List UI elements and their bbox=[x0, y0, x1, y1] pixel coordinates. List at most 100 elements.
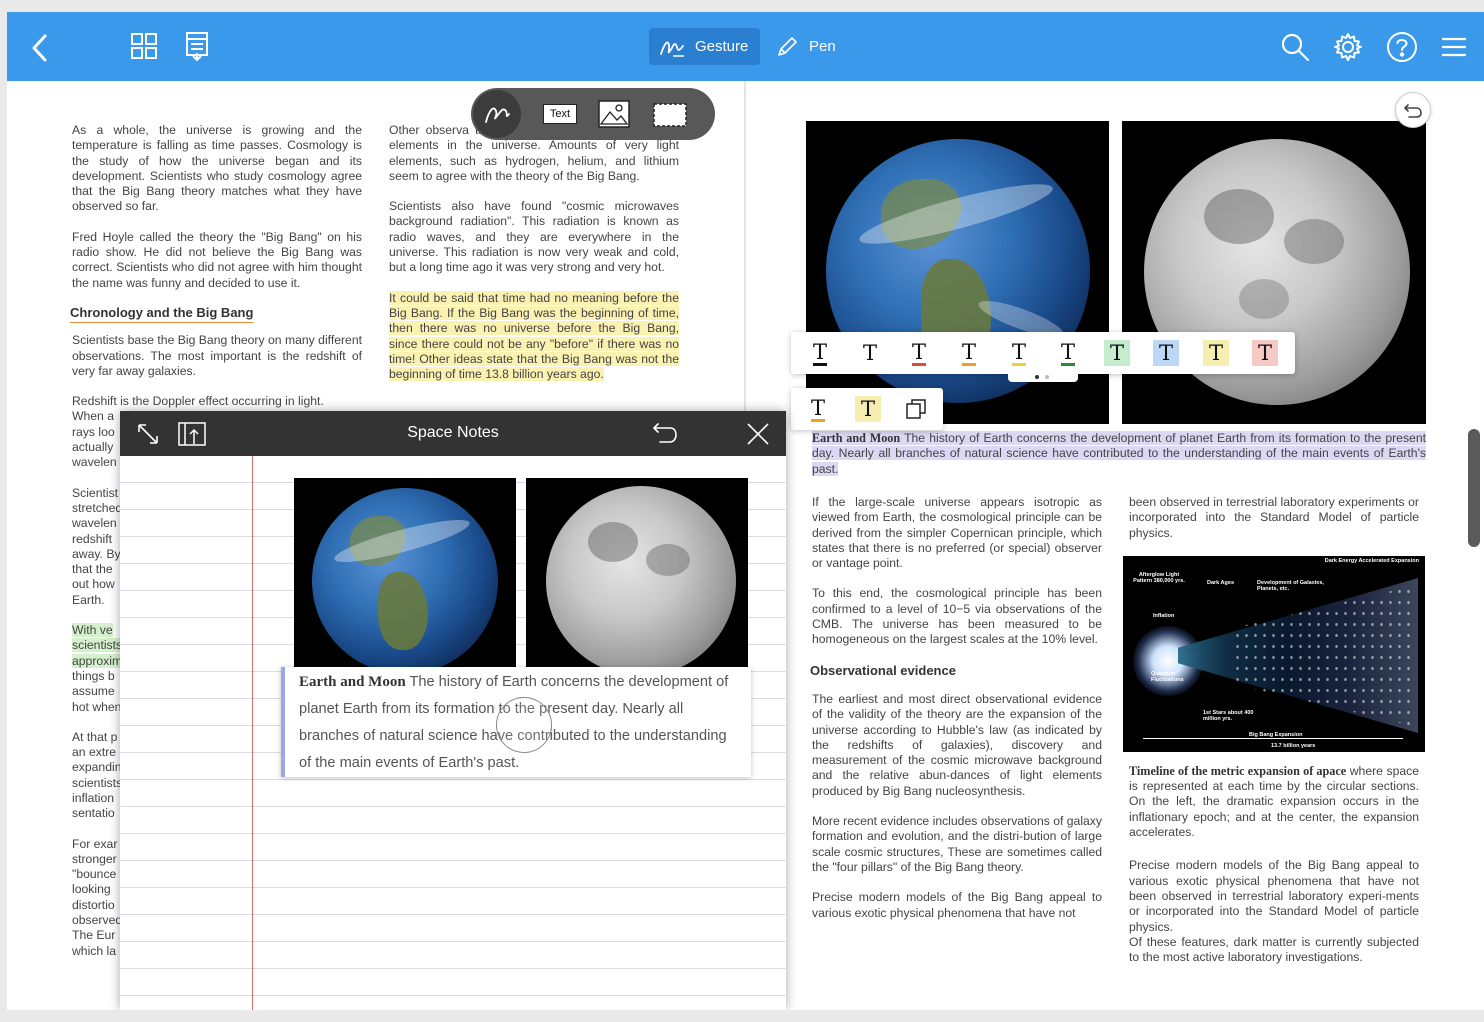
section-heading: Chronology and the Big Bang bbox=[70, 305, 254, 324]
text-line: With ve bbox=[72, 623, 113, 638]
space-notes-title: Space Notes bbox=[407, 424, 499, 441]
gesture-icon bbox=[660, 41, 684, 57]
style-green-underline[interactable]: T bbox=[1055, 340, 1081, 366]
figure-label: 13.7 billion years bbox=[1271, 743, 1316, 749]
caption-title: Earth and Moon bbox=[812, 431, 901, 445]
pen-mode-button[interactable]: Pen bbox=[765, 28, 848, 65]
style-glyph: T bbox=[1011, 339, 1026, 366]
moon-image[interactable] bbox=[1122, 121, 1426, 424]
style-glyph: T bbox=[1257, 341, 1272, 365]
snippet-title: Earth and Moon bbox=[299, 674, 406, 690]
gesture-mode-label: Gesture bbox=[695, 38, 749, 55]
right-column-1: If the large-scale universe appears isot… bbox=[810, 495, 1102, 936]
style-plain[interactable]: T bbox=[857, 340, 883, 366]
lasso-icon bbox=[485, 107, 510, 123]
paragraph: Precise modern models of the Big Bang ap… bbox=[1129, 858, 1419, 934]
text-tool-label: Text bbox=[543, 104, 577, 124]
text-line: Redshift is the Doppler effect occurring… bbox=[72, 394, 324, 409]
app-window: Gesture Pen As a whole, the universe is … bbox=[7, 12, 1484, 1010]
section-heading: Observational evidence bbox=[810, 662, 956, 678]
menu-icon[interactable] bbox=[1440, 34, 1468, 60]
figure-label: Inflation bbox=[1153, 613, 1175, 619]
figure-label: Development of Galaxies, Planets, etc. bbox=[1257, 580, 1324, 592]
style-glyph: T bbox=[812, 339, 827, 366]
touch-indicator bbox=[496, 697, 552, 753]
figure-label: Quantum Fluctuations bbox=[1151, 671, 1184, 683]
style-glyph: T bbox=[860, 397, 875, 421]
left-column-2: Other observa theory are the amounts of … bbox=[389, 123, 679, 397]
scrollbar-thumb[interactable] bbox=[1468, 429, 1480, 547]
space-notes-header: Space Notes bbox=[120, 411, 786, 456]
help-icon[interactable] bbox=[1385, 30, 1419, 64]
style-yellow-highlight[interactable]: T bbox=[1203, 340, 1229, 366]
figure-label: 1st Stars about 400 million yrs. bbox=[1203, 710, 1254, 722]
paragraph: Fred Hoyle called the theory the "Big Ba… bbox=[72, 229, 362, 290]
figure-label: Big Bang Expansion bbox=[1249, 732, 1303, 738]
style-glyph: T bbox=[810, 395, 825, 422]
moon-globe bbox=[546, 486, 736, 670]
search-icon[interactable] bbox=[1279, 31, 1311, 63]
copy-icon[interactable] bbox=[903, 396, 929, 422]
style-glyph: T bbox=[862, 341, 877, 365]
close-icon[interactable] bbox=[744, 420, 772, 448]
paragraph: Precise modern models of the Big Bang ap… bbox=[812, 890, 1102, 920]
figure-label: Dark Energy Accelerated Expansion bbox=[1324, 558, 1419, 564]
pen-mode-label: Pen bbox=[809, 38, 836, 55]
paragraph: More recent evidence includes observatio… bbox=[812, 814, 1102, 874]
caption-text: The history of Earth concerns the develo… bbox=[812, 431, 1426, 476]
style-glyph: T bbox=[1208, 341, 1223, 365]
undo-icon[interactable] bbox=[1395, 92, 1431, 128]
paragraph: The earliest and most direct observation… bbox=[812, 691, 1102, 798]
style-green-highlight[interactable]: T bbox=[1104, 340, 1130, 366]
pen-icon bbox=[778, 36, 797, 56]
big-bang-timeline-image[interactable]: Dark Energy Accelerated Expansion Afterg… bbox=[1123, 556, 1425, 752]
text-line: approxim bbox=[72, 653, 123, 668]
style-yellow-underline[interactable]: T bbox=[1006, 340, 1032, 366]
gear-icon[interactable] bbox=[1332, 31, 1364, 63]
image-icon[interactable] bbox=[597, 100, 631, 128]
style-red-underline[interactable]: T bbox=[906, 340, 932, 366]
notes-earth-image[interactable] bbox=[294, 478, 516, 670]
text-line: scientists bbox=[72, 638, 123, 653]
back-icon[interactable] bbox=[25, 32, 53, 64]
paragraph: Scientists also have found "cosmic micro… bbox=[389, 199, 679, 275]
style-red-highlight[interactable]: T bbox=[1252, 340, 1278, 366]
space-notes-panel: Space Notes Earth and Moon The history o… bbox=[120, 411, 786, 1010]
paragraph: been observed in terrestrial laboratory … bbox=[1129, 495, 1419, 540]
figure-caption: Timeline of the metric expansion of apac… bbox=[1129, 764, 1419, 840]
lasso-tool-button[interactable] bbox=[473, 90, 521, 138]
gesture-mode-button[interactable]: Gesture bbox=[649, 28, 761, 65]
style-glyph: T bbox=[961, 339, 976, 366]
text-style-palette: T T T T T T T T T T bbox=[791, 332, 1295, 382]
style-blue-highlight[interactable]: T bbox=[1153, 340, 1179, 366]
style-glyph: T bbox=[911, 339, 926, 366]
style-yellow-highlight-2[interactable]: T bbox=[855, 396, 881, 422]
table-of-contents-icon[interactable] bbox=[183, 30, 211, 62]
figure-caption-title: Timeline of the metric expansion of apac… bbox=[1129, 763, 1347, 778]
text-style-palette-secondary: T T bbox=[791, 388, 943, 430]
style-orange-underline-2[interactable]: T bbox=[805, 396, 831, 422]
style-glyph: T bbox=[1158, 341, 1173, 365]
paragraph: Scientists base the Big Bang theory on m… bbox=[72, 333, 362, 378]
highlighted-paragraph[interactable]: It could be said that time had no meanin… bbox=[389, 290, 679, 382]
style-glyph: T bbox=[1060, 339, 1075, 366]
figure-label: Afterglow Light Pattern 380,000 yrs. bbox=[1133, 572, 1185, 584]
notes-moon-image[interactable] bbox=[526, 478, 748, 670]
grid-view-icon[interactable] bbox=[129, 31, 159, 61]
paragraph: Of these features, dark matter is curren… bbox=[1129, 934, 1419, 965]
palette-page-indicator bbox=[1008, 372, 1078, 382]
image-caption: Earth and Moon The history of Earth conc… bbox=[812, 431, 1426, 477]
undo-icon[interactable] bbox=[650, 419, 680, 447]
style-orange-underline[interactable]: T bbox=[956, 340, 982, 366]
floating-tool-pill: Text bbox=[471, 88, 715, 140]
paragraph: If the large-scale universe appears isot… bbox=[812, 495, 1102, 571]
paragraph: As a whole, the universe is growing and … bbox=[72, 123, 362, 214]
region-capture-icon[interactable] bbox=[651, 100, 689, 128]
top-toolbar: Gesture Pen bbox=[7, 12, 1484, 81]
paragraph: To this end, the cosmological principle … bbox=[812, 586, 1102, 647]
notes-margin-line bbox=[252, 456, 253, 1010]
style-black-underline[interactable]: T bbox=[807, 340, 833, 366]
right-page: Earth and Moon The history of Earth conc… bbox=[746, 81, 1484, 1010]
style-glyph: T bbox=[1109, 341, 1124, 365]
text-tool-button[interactable]: Text bbox=[541, 100, 579, 128]
